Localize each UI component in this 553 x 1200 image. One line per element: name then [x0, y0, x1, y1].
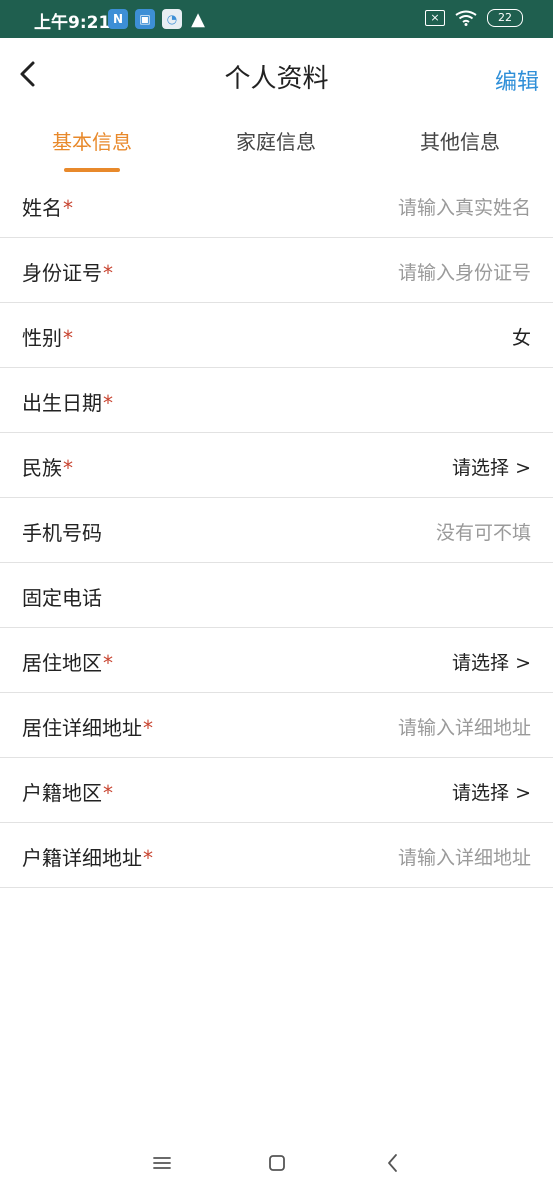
page-title: 个人资料: [224, 64, 329, 94]
field-label: 居住地区*: [22, 651, 113, 675]
field-name[interactable]: 姓名* 请输入真实姓名: [0, 173, 553, 238]
wifi-icon: [455, 10, 477, 26]
notification-icons: N ▣ ◔ ▲: [108, 8, 207, 30]
nav-back-button[interactable]: [373, 1148, 413, 1178]
field-residence-address[interactable]: 居住详细地址* 请输入详细地址: [0, 693, 553, 758]
home-icon: [269, 1155, 285, 1171]
required-mark: *: [103, 261, 113, 285]
required-mark: *: [103, 651, 113, 675]
warning-icon: ▲: [191, 8, 205, 30]
required-mark: *: [103, 391, 113, 415]
sim-off-icon: ×: [425, 10, 445, 26]
field-gender[interactable]: 性别* 女: [0, 303, 553, 368]
notification-n-icon: N: [108, 9, 128, 29]
notification-browser-icon: ◔: [162, 9, 182, 29]
required-mark: *: [63, 456, 73, 480]
field-label: 出生日期*: [22, 391, 113, 415]
menu-icon: [153, 1157, 171, 1169]
field-ethnicity[interactable]: 民族* 请选择 >: [0, 433, 553, 498]
tab-other-info[interactable]: 其他信息: [368, 126, 552, 155]
required-mark: *: [63, 196, 73, 220]
nav-back-icon: [388, 1154, 397, 1172]
field-label: 户籍详细地址*: [22, 846, 153, 870]
tab-bar: 基本信息 家庭信息 其他信息: [0, 114, 553, 174]
required-mark: *: [143, 846, 153, 870]
field-label: 性别*: [22, 326, 73, 350]
edit-button[interactable]: 编辑: [495, 64, 539, 96]
field-label: 居住详细地址*: [22, 716, 153, 740]
notification-app-icon: ▣: [135, 9, 155, 29]
required-mark: *: [103, 781, 113, 805]
field-residence-region[interactable]: 居住地区* 请选择 >: [0, 628, 553, 693]
field-label: 手机号码: [22, 521, 102, 545]
menu-button[interactable]: [142, 1148, 182, 1178]
tab-indicator: [64, 168, 120, 172]
required-mark: *: [143, 716, 153, 740]
status-time: 上午9:21: [34, 13, 111, 33]
battery-icon: 22: [487, 9, 523, 27]
home-button[interactable]: [257, 1148, 297, 1178]
field-landline[interactable]: 固定电话: [0, 563, 553, 628]
ethnicity-select[interactable]: 请选择 >: [452, 453, 531, 480]
field-hukou-region[interactable]: 户籍地区* 请选择 >: [0, 758, 553, 823]
required-mark: *: [63, 326, 73, 350]
id-number-input[interactable]: 请输入身份证号: [398, 258, 531, 285]
field-label: 姓名*: [22, 196, 73, 220]
hukou-address-input[interactable]: 请输入详细地址: [398, 843, 531, 870]
residence-region-select[interactable]: 请选择 >: [452, 648, 531, 675]
field-hukou-address[interactable]: 户籍详细地址* 请输入详细地址: [0, 823, 553, 888]
field-label: 民族*: [22, 456, 73, 480]
system-nav-bar: [0, 1130, 553, 1200]
field-label: 固定电话: [22, 586, 102, 610]
name-input[interactable]: 请输入真实姓名: [398, 193, 531, 220]
hukou-region-select[interactable]: 请选择 >: [452, 778, 531, 805]
mobile-input[interactable]: 没有可不填: [436, 518, 531, 545]
gender-value[interactable]: 女: [512, 323, 531, 350]
app-header: 个人资料 编辑: [0, 38, 553, 114]
residence-address-input[interactable]: 请输入详细地址: [398, 713, 531, 740]
field-birth-date[interactable]: 出生日期*: [0, 368, 553, 433]
field-label: 身份证号*: [22, 261, 113, 285]
status-right-icons: × 22: [425, 9, 523, 27]
tab-basic-info[interactable]: 基本信息: [0, 126, 184, 155]
status-bar: 上午9:21 N ▣ ◔ ▲ × 22: [0, 0, 553, 38]
profile-form: 姓名* 请输入真实姓名 身份证号* 请输入身份证号 性别* 女 出生日期* 民族…: [0, 173, 553, 888]
tab-family-info[interactable]: 家庭信息: [184, 126, 368, 155]
field-mobile[interactable]: 手机号码 没有可不填: [0, 498, 553, 563]
field-label: 户籍地区*: [22, 781, 113, 805]
field-id-number[interactable]: 身份证号* 请输入身份证号: [0, 238, 553, 303]
